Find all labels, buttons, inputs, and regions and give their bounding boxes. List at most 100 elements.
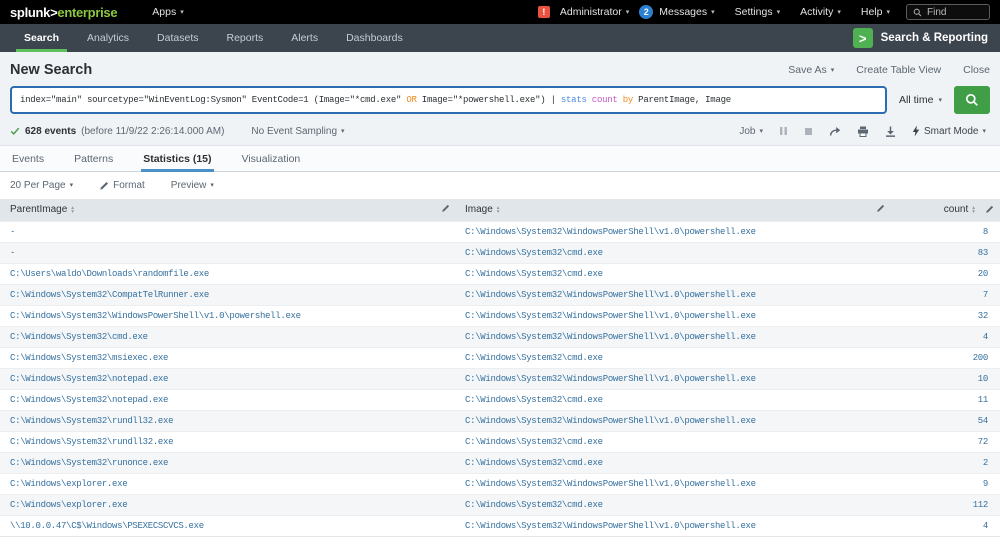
image-cell[interactable]: C:\Windows\System32\WindowsPowerShell\v1…	[455, 368, 870, 389]
appnav-item-datasets[interactable]: Datasets	[143, 24, 212, 52]
count-cell[interactable]: 20	[890, 263, 1000, 284]
column-label: ParentImage	[10, 204, 67, 215]
image-cell[interactable]: C:\Windows\System32\cmd.exe	[455, 494, 870, 515]
count-cell[interactable]: 9	[890, 473, 1000, 494]
count-cell[interactable]: 2	[890, 452, 1000, 473]
parent-image-cell[interactable]: C:\Users\waldo\Downloads\randomfile.exe	[0, 263, 435, 284]
column-header-image[interactable]: Image ▴▾	[455, 199, 870, 221]
find-search-box[interactable]	[906, 4, 990, 20]
count-cell[interactable]: 4	[890, 515, 1000, 536]
count-cell[interactable]: 11	[890, 389, 1000, 410]
edit-column-image[interactable]	[870, 199, 890, 221]
edit-col-spacer	[435, 431, 455, 452]
image-cell[interactable]: C:\Windows\System32\WindowsPowerShell\v1…	[455, 305, 870, 326]
appnav-item-search[interactable]: Search	[10, 24, 73, 52]
count-cell[interactable]: 83	[890, 242, 1000, 263]
user-menu[interactable]: Administrator ▾	[550, 0, 639, 24]
image-cell[interactable]: C:\Windows\System32\cmd.exe	[455, 263, 870, 284]
pause-icon[interactable]	[779, 126, 788, 136]
appnav-item-alerts[interactable]: Alerts	[277, 24, 332, 52]
messages-menu[interactable]: Messages ▾	[653, 0, 724, 24]
count-cell[interactable]: 7	[890, 284, 1000, 305]
help-menu[interactable]: Help ▾	[851, 0, 900, 24]
activity-menu[interactable]: Activity ▾	[790, 0, 851, 24]
print-icon[interactable]	[857, 126, 869, 137]
stop-icon[interactable]	[804, 127, 813, 136]
parent-image-cell[interactable]: C:\Windows\System32\rundll32.exe	[0, 431, 435, 452]
search-mode-menu[interactable]: Smart Mode ▾	[912, 125, 986, 137]
chevron-down-icon: ▾	[831, 67, 835, 74]
search-query: index="main" sourcetype="WinEventLog:Sys…	[20, 95, 731, 105]
splunk-logo[interactable]: splunk>enterprise	[10, 5, 117, 20]
parent-image-cell[interactable]: C:\Windows\explorer.exe	[0, 494, 435, 515]
save-as-button[interactable]: Save As ▾	[788, 64, 834, 76]
count-cell[interactable]: 72	[890, 431, 1000, 452]
search-button[interactable]	[954, 86, 990, 114]
parent-image-cell[interactable]: C:\Windows\System32\rundll32.exe	[0, 410, 435, 431]
create-table-view-button[interactable]: Create Table View	[856, 64, 941, 76]
apps-menu[interactable]: Apps ▾	[142, 0, 193, 24]
messages-menu-label: Messages	[659, 6, 707, 18]
parent-image-cell[interactable]: -	[0, 242, 435, 263]
parent-image-cell[interactable]: C:\Windows\System32\msiexec.exe	[0, 347, 435, 368]
edit-col-spacer	[870, 389, 890, 410]
image-cell[interactable]: C:\Windows\System32\cmd.exe	[455, 431, 870, 452]
image-cell[interactable]: C:\Windows\System32\WindowsPowerShell\v1…	[455, 284, 870, 305]
edit-col-spacer	[870, 284, 890, 305]
per-page-menu[interactable]: 20 Per Page ▾	[10, 180, 73, 191]
count-cell[interactable]: 10	[890, 368, 1000, 389]
search-query-input[interactable]: index="main" sourcetype="WinEventLog:Sys…	[10, 86, 887, 114]
count-cell[interactable]: 112	[890, 494, 1000, 515]
edit-col-spacer	[870, 326, 890, 347]
parent-image-cell[interactable]: C:\Windows\System32\notepad.exe	[0, 368, 435, 389]
image-cell[interactable]: C:\Windows\System32\WindowsPowerShell\v1…	[455, 515, 870, 536]
current-app[interactable]: > Search & Reporting	[853, 24, 1000, 52]
find-input[interactable]	[927, 7, 977, 18]
image-cell[interactable]: C:\Windows\System32\cmd.exe	[455, 452, 870, 473]
count-cell[interactable]: 8	[890, 221, 1000, 242]
tab-patterns[interactable]: Patterns	[72, 146, 115, 171]
column-header-count[interactable]: count ▴▾	[890, 199, 1000, 221]
format-menu[interactable]: Format	[99, 180, 145, 191]
parent-image-cell[interactable]: C:\Windows\System32\CompatTelRunner.exe	[0, 284, 435, 305]
image-cell[interactable]: C:\Windows\System32\cmd.exe	[455, 242, 870, 263]
parent-image-cell[interactable]: \\10.0.0.47\C$\Windows\PSEXECSCVCS.exe	[0, 515, 435, 536]
alert-badge[interactable]: !	[538, 6, 550, 18]
appnav-item-reports[interactable]: Reports	[212, 24, 277, 52]
appnav-item-dashboards[interactable]: Dashboards	[332, 24, 417, 52]
image-cell[interactable]: C:\Windows\System32\WindowsPowerShell\v1…	[455, 221, 870, 242]
image-cell[interactable]: C:\Windows\System32\WindowsPowerShell\v1…	[455, 326, 870, 347]
count-cell[interactable]: 200	[890, 347, 1000, 368]
user-menu-label: Administrator	[560, 6, 622, 18]
table-row: C:\Windows\System32\runonce.exe C:\Window…	[0, 452, 1000, 473]
tab-statistics[interactable]: Statistics (15)	[141, 146, 213, 171]
column-header-parentimage[interactable]: ParentImage ▴▾	[0, 199, 435, 221]
image-cell[interactable]: C:\Windows\System32\WindowsPowerShell\v1…	[455, 473, 870, 494]
parent-image-cell[interactable]: C:\Windows\System32\runonce.exe	[0, 452, 435, 473]
parent-image-cell[interactable]: C:\Windows\System32\WindowsPowerShell\v1…	[0, 305, 435, 326]
export-icon[interactable]	[885, 126, 896, 137]
image-cell[interactable]: C:\Windows\System32\cmd.exe	[455, 389, 870, 410]
time-range-picker[interactable]: All time ▾	[887, 86, 954, 114]
image-cell[interactable]: C:\Windows\System32\WindowsPowerShell\v1…	[455, 410, 870, 431]
count-cell[interactable]: 32	[890, 305, 1000, 326]
job-menu[interactable]: Job ▾	[739, 126, 763, 137]
count-cell[interactable]: 54	[890, 410, 1000, 431]
settings-menu[interactable]: Settings ▾	[725, 0, 790, 24]
image-cell[interactable]: C:\Windows\System32\cmd.exe	[455, 347, 870, 368]
parent-image-cell[interactable]: C:\Windows\System32\notepad.exe	[0, 389, 435, 410]
event-sampling-menu[interactable]: No Event Sampling ▾	[251, 126, 344, 137]
chevron-down-icon: ▾	[70, 182, 74, 189]
appnav-item-analytics[interactable]: Analytics	[73, 24, 143, 52]
parent-image-cell[interactable]: C:\Windows\explorer.exe	[0, 473, 435, 494]
share-icon[interactable]	[829, 126, 841, 137]
messages-count-badge[interactable]: 2	[639, 5, 653, 19]
tab-visualization[interactable]: Visualization	[240, 146, 303, 171]
preview-menu[interactable]: Preview ▾	[171, 180, 214, 191]
edit-column-parentimage[interactable]	[435, 199, 455, 221]
parent-image-cell[interactable]: -	[0, 221, 435, 242]
tab-events[interactable]: Events	[10, 146, 46, 171]
close-button[interactable]: Close	[963, 64, 990, 76]
parent-image-cell[interactable]: C:\Windows\System32\cmd.exe	[0, 326, 435, 347]
count-cell[interactable]: 4	[890, 326, 1000, 347]
